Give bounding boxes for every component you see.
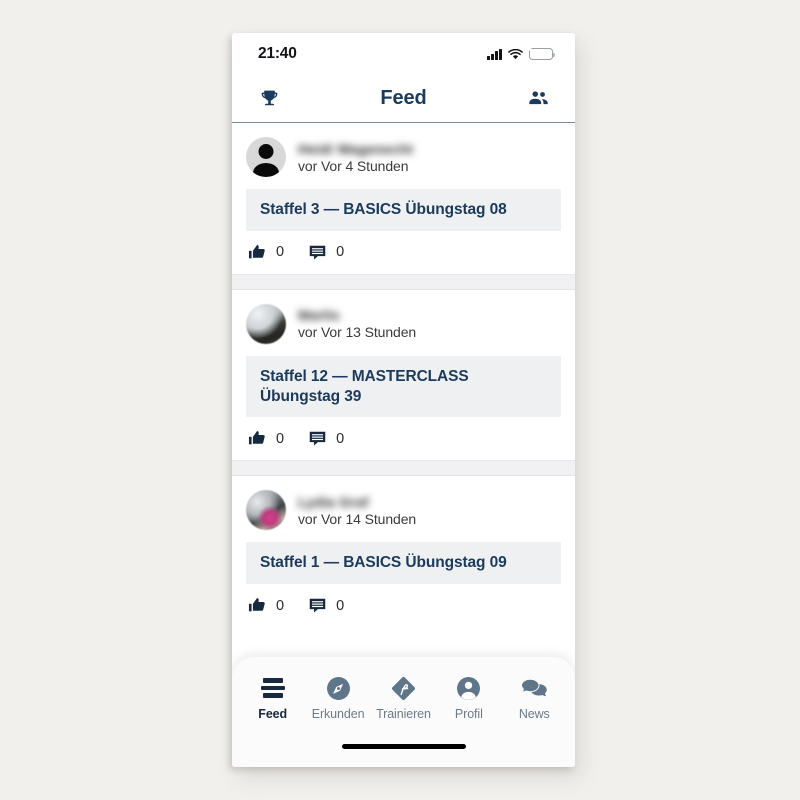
tab-label-news: News bbox=[518, 707, 550, 721]
like-action[interactable]: 0 bbox=[248, 596, 284, 615]
post-header: Lydia Graf vor Vor 14 Stunden bbox=[246, 488, 561, 542]
comment-icon bbox=[308, 243, 327, 262]
post-actions: 0 0 bbox=[246, 584, 561, 619]
feed-post[interactable]: Heidi Wagenecht vor Vor 4 Stunden Staffe… bbox=[232, 123, 575, 274]
compass-icon bbox=[326, 675, 351, 701]
like-count: 0 bbox=[276, 244, 285, 261]
home-indicator-area bbox=[232, 733, 575, 767]
post-divider bbox=[232, 460, 575, 477]
thumbs-up-icon bbox=[248, 243, 267, 262]
tab-label-trainieren: Trainieren bbox=[376, 707, 431, 721]
tab-label-profil: Profil bbox=[454, 707, 483, 721]
tab-trainieren[interactable]: Trainieren bbox=[372, 675, 434, 721]
tab-label-erkunden: Erkunden bbox=[311, 707, 365, 721]
post-author: Lydia Graf bbox=[298, 493, 369, 510]
people-icon[interactable] bbox=[523, 84, 553, 114]
post-title-bar[interactable]: Staffel 1 — BASICS Übungstag 09 bbox=[246, 542, 561, 585]
status-bar-time: 21:40 bbox=[258, 45, 297, 62]
comment-count: 0 bbox=[336, 244, 345, 261]
like-count: 0 bbox=[276, 430, 285, 447]
post-meta: Lydia Graf vor Vor 14 Stunden bbox=[298, 494, 416, 527]
comment-count: 0 bbox=[336, 430, 345, 447]
wifi-icon bbox=[508, 48, 523, 60]
post-title-bar[interactable]: Staffel 12 — MASTERCLASS Übungstag 39 bbox=[246, 355, 561, 418]
like-action[interactable]: 0 bbox=[248, 429, 284, 448]
post-header: Heidi Wagenecht vor Vor 4 Stunden bbox=[246, 135, 561, 189]
status-bar-icons bbox=[487, 45, 556, 60]
thumbs-up-icon bbox=[248, 596, 267, 615]
post-actions: 0 0 bbox=[246, 417, 561, 452]
post-title-bar[interactable]: Staffel 3 — BASICS Übungstag 08 bbox=[246, 189, 561, 231]
home-indicator[interactable] bbox=[341, 743, 466, 749]
tab-feed[interactable]: Feed bbox=[242, 675, 304, 721]
avatar[interactable] bbox=[246, 303, 286, 344]
tab-news[interactable]: News bbox=[503, 675, 565, 721]
post-author: Marlis bbox=[298, 307, 340, 324]
bottom-tab-bar: Feed Erkunden Trainieren Profil News bbox=[232, 657, 575, 767]
tab-row: Feed Erkunden Trainieren Profil News bbox=[232, 657, 575, 733]
chat-bubbles-icon bbox=[520, 675, 548, 701]
feed-post[interactable]: Marlis vor Vor 13 Stunden Staffel 12 — M… bbox=[232, 289, 575, 461]
comment-count: 0 bbox=[336, 597, 345, 614]
battery-charging-icon bbox=[527, 45, 556, 60]
comment-icon bbox=[308, 596, 327, 615]
thumbs-up-icon bbox=[248, 429, 267, 448]
post-timestamp: vor Vor 13 Stunden bbox=[298, 324, 417, 341]
comment-action[interactable]: 0 bbox=[308, 429, 344, 448]
tab-label-feed: Feed bbox=[258, 707, 288, 721]
post-divider bbox=[232, 273, 575, 290]
tab-erkunden[interactable]: Erkunden bbox=[307, 675, 369, 721]
app-header: Feed bbox=[232, 75, 575, 123]
post-title: Staffel 12 — MASTERCLASS Übungstag 39 bbox=[260, 367, 469, 405]
comment-icon bbox=[308, 429, 327, 448]
comment-action[interactable]: 0 bbox=[308, 596, 344, 615]
person-icon bbox=[456, 675, 481, 701]
post-meta: Marlis vor Vor 13 Stunden bbox=[298, 307, 416, 340]
like-action[interactable]: 0 bbox=[248, 243, 284, 262]
diamond-p-icon bbox=[389, 675, 418, 701]
phone-frame: 21:40 Feed Heidi Wagenecht vor Vor 4 Stu… bbox=[232, 33, 575, 767]
feed-lines-icon bbox=[260, 675, 285, 701]
post-header: Marlis vor Vor 13 Stunden bbox=[246, 302, 561, 356]
like-count: 0 bbox=[276, 597, 285, 614]
post-title: Staffel 3 — BASICS Übungstag 08 bbox=[260, 201, 507, 218]
comment-action[interactable]: 0 bbox=[308, 243, 344, 262]
post-actions: 0 0 bbox=[246, 231, 561, 266]
status-bar: 21:40 bbox=[232, 33, 575, 75]
post-title: Staffel 1 — BASICS Übungstag 09 bbox=[260, 554, 507, 572]
post-author: Heidi Wagenecht bbox=[298, 140, 414, 157]
post-timestamp: vor Vor 14 Stunden bbox=[298, 510, 417, 527]
avatar[interactable] bbox=[246, 137, 286, 177]
post-meta: Heidi Wagenecht vor Vor 4 Stunden bbox=[298, 141, 413, 174]
feed-post[interactable]: Lydia Graf vor Vor 14 Stunden Staffel 1 … bbox=[232, 476, 575, 628]
post-timestamp: vor Vor 4 Stunden bbox=[298, 157, 409, 174]
tab-profil[interactable]: Profil bbox=[438, 675, 500, 721]
trophy-icon[interactable] bbox=[254, 84, 284, 114]
signal-icon bbox=[487, 48, 502, 60]
avatar[interactable] bbox=[246, 490, 286, 531]
